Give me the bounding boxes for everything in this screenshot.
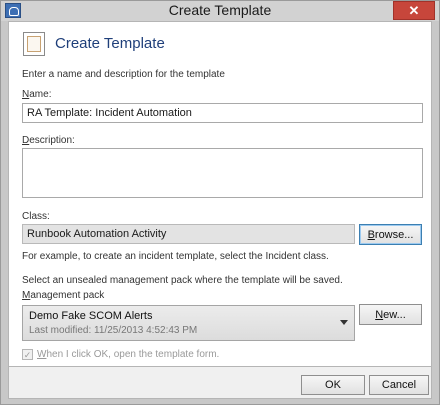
template-icon	[23, 32, 45, 56]
class-field: Runbook Automation Activity	[22, 224, 355, 244]
create-template-dialog: Create Template ✕ Create Template Enter …	[0, 0, 440, 405]
class-hint: For example, to create an incident templ…	[22, 251, 329, 262]
checkmark-icon: ✓	[23, 350, 32, 360]
new-button-label: ew...	[383, 308, 406, 321]
close-icon: ✕	[408, 2, 420, 18]
cancel-button[interactable]: Cancel	[369, 375, 429, 395]
intro-text: Enter a name and description for the tem…	[22, 69, 225, 80]
close-button[interactable]: ✕	[393, 1, 435, 20]
title-bar[interactable]: Create Template ✕	[1, 1, 439, 21]
class-label: Class:	[22, 211, 50, 222]
name-label: Name:	[22, 89, 51, 100]
description-label-text: escription:	[29, 135, 75, 146]
ok-button[interactable]: OK	[301, 375, 365, 395]
browse-button-label: rowse...	[374, 228, 414, 241]
open-form-label-text: hen I click OK, open the template form.	[46, 349, 220, 360]
page-title: Create Template	[55, 35, 165, 52]
name-label-text: ame:	[29, 89, 52, 100]
open-form-checkbox[interactable]: ✓	[22, 349, 33, 360]
browse-accesskey: B	[367, 228, 375, 241]
management-pack-label-text: anagement pack	[30, 290, 105, 301]
dialog-body: Create Template Enter a name and descrip…	[8, 21, 432, 367]
name-input[interactable]: RA Template: Incident Automation	[22, 103, 423, 123]
chevron-down-icon	[340, 320, 348, 325]
description-input[interactable]	[22, 148, 423, 198]
management-pack-name: Demo Fake SCOM Alerts	[29, 310, 153, 322]
management-pack-label: Management pack	[22, 290, 104, 301]
management-pack-select[interactable]: Demo Fake SCOM Alerts Last modified: 11/…	[22, 305, 355, 341]
open-form-label: When I click OK, open the template form.	[37, 349, 219, 360]
browse-button[interactable]: Browse...	[359, 224, 422, 245]
new-accesskey: N	[375, 308, 384, 321]
description-label: Description:	[22, 135, 75, 146]
new-management-pack-button[interactable]: New...	[359, 304, 422, 325]
window-title: Create Template	[168, 2, 272, 18]
management-pack-modified: Last modified: 11/25/2013 4:52:43 PM	[29, 325, 198, 336]
management-pack-instruction: Select an unsealed management pack where…	[22, 275, 343, 286]
dialog-footer: OK Cancel	[8, 367, 432, 399]
